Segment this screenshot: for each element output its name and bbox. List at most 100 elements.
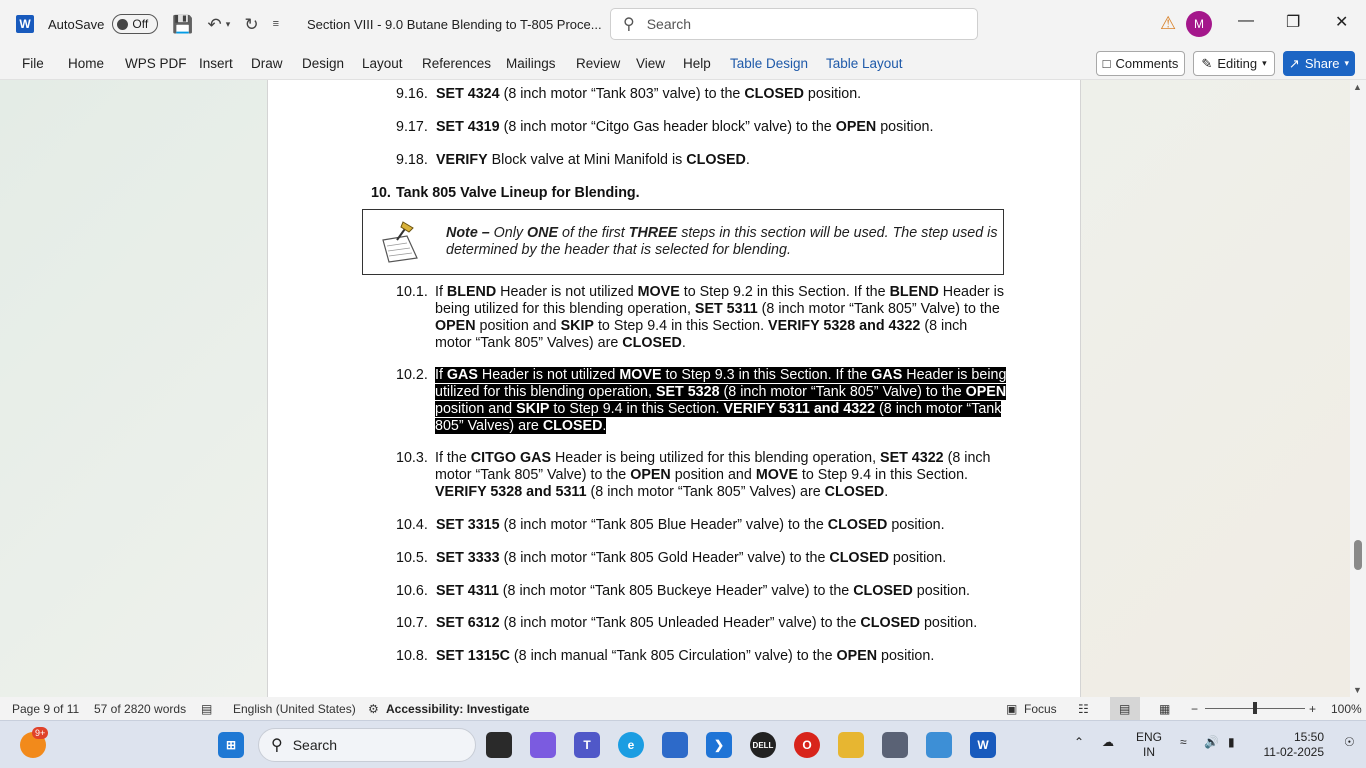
autosave-toggle[interactable]: Off [112,14,159,34]
zoom-level[interactable]: 100% [1331,702,1362,716]
tab-file[interactable]: File [22,56,44,71]
status-bar: Page 9 of 11 57 of 2820 words ▤ English … [0,697,1366,720]
tab-wps-pdf[interactable]: WPS PDF [125,56,187,71]
search-input[interactable]: ⚲ Search [610,8,978,40]
copilot-icon[interactable] [530,732,556,758]
sync-icon[interactable]: ☁ [1102,735,1114,750]
tab-table-design[interactable]: Table Design [730,56,808,71]
tab-view[interactable]: View [636,56,665,71]
tab-design[interactable]: Design [302,56,344,71]
step-number: 10.6. [396,583,428,599]
note-box: Note – Only ONE of the first THREE steps… [362,209,1004,275]
tab-review[interactable]: Review [576,56,620,71]
word-taskbar-icon[interactable]: W [970,732,996,758]
maximize-icon[interactable]: ❐ [1286,12,1300,32]
word-count[interactable]: 57 of 2820 words [94,702,186,716]
undo-icon[interactable]: ↶ [208,16,222,33]
tab-mailings[interactable]: Mailings [506,56,556,71]
accessibility-icon[interactable]: ⚙ [368,702,379,716]
search-placeholder: Search [646,16,692,32]
editing-mode-button[interactable]: ✎ Editing ▾ [1193,51,1275,76]
dell-icon[interactable]: DELL [750,732,776,758]
show-hidden-icons[interactable]: ⌃ [1074,735,1084,750]
step-number: 9.18. [396,152,428,168]
battery-icon[interactable]: ▮ [1228,735,1235,750]
read-mode-icon[interactable]: ☷ [1078,702,1089,716]
warning-icon[interactable]: ⚠ [1160,13,1176,34]
editing-label: Editing [1217,56,1258,71]
step-number: 10.5. [396,550,428,566]
toggle-knob [117,18,129,30]
section-title: Tank 805 Valve Lineup for Blending. [396,185,640,201]
notification-badge: 9+ [32,727,49,739]
zoom-slider-thumb[interactable] [1253,702,1257,714]
web-layout-icon[interactable]: ▦ [1159,702,1170,716]
language-indicator[interactable]: ENG IN [1136,730,1162,760]
save-icon[interactable]: 💾 [172,16,193,33]
power-automate-icon[interactable]: ❯ [706,732,732,758]
search-icon: ⚲ [271,737,283,754]
pencil-icon: ✎ [1201,55,1213,71]
share-icon: ↗ [1288,55,1300,71]
customize-qat-icon[interactable]: ≡ [273,18,279,30]
autosave-label: AutoSave [48,16,105,32]
document-title[interactable]: Section VIII - 9.0 Butane Blending to T-… [307,17,602,32]
tab-references[interactable]: References [422,56,491,71]
clock-time: 15:50 [1293,730,1324,744]
taskbar: 9+ ⊞ ⚲ Search T e ❯ DELL O W ⌃ ☁ ENG IN … [0,720,1366,768]
autosave-state: Off [132,17,149,31]
undo-dropdown-icon[interactable]: ▾ [226,19,231,29]
tab-table-layout[interactable]: Table Layout [826,56,903,71]
redo-icon[interactable]: ↻ [244,16,258,33]
focus-label[interactable]: Focus [1024,702,1057,716]
tab-insert[interactable]: Insert [199,56,233,71]
accessibility-status[interactable]: Accessibility: Investigate [386,702,529,716]
tab-home[interactable]: Home [68,56,104,71]
opera-icon[interactable]: O [794,732,820,758]
step-number: 10.7. [396,615,428,631]
clock[interactable]: 15:50 11-02-2025 [1258,730,1325,760]
store-icon[interactable] [662,732,688,758]
close-icon[interactable]: ✕ [1335,12,1348,32]
page-count[interactable]: Page 9 of 11 [12,702,79,716]
notifications-icon[interactable]: ☉ [1344,735,1355,750]
zoom-in-icon[interactable]: + [1309,702,1316,716]
proofing-icon[interactable]: ▤ [201,702,212,716]
app-icon[interactable] [926,732,952,758]
scroll-up-icon[interactable]: ▲ [1353,82,1362,92]
vertical-scrollbar[interactable]: ▲ ▼ [1350,80,1366,697]
step-number: 9.16. [396,86,428,102]
focus-icon[interactable]: ▣ [1006,702,1017,716]
chevron-down-icon: ▾ [1344,58,1350,68]
start-icon[interactable]: ⊞ [218,732,244,758]
document-canvas: 9.16. SET 4324 (8 inch motor “Tank 803” … [0,80,1350,697]
task-view-icon[interactable] [486,732,512,758]
share-button[interactable]: ↗ Share ▾ [1283,51,1355,76]
edge-icon[interactable]: e [618,732,644,758]
minimize-icon[interactable]: — [1238,12,1254,30]
step-number: 10.1. [396,284,428,300]
scroll-thumb[interactable] [1354,540,1362,570]
document-page[interactable]: 9.16. SET 4324 (8 inch motor “Tank 803” … [267,80,1081,697]
tab-draw[interactable]: Draw [251,56,283,71]
tab-layout[interactable]: Layout [362,56,403,71]
selected-text[interactable]: If GAS Header is not utilized MOVE to St… [435,367,1007,434]
teams-icon[interactable]: T [574,732,600,758]
scroll-down-icon[interactable]: ▼ [1353,685,1362,695]
zoom-out-icon[interactable]: − [1191,702,1198,716]
avatar[interactable]: M [1186,11,1212,37]
file-explorer-icon[interactable] [838,732,864,758]
wifi-icon[interactable]: ≈ [1180,735,1187,750]
section-number: 10. [371,185,391,201]
contacts-app-icon[interactable] [882,732,908,758]
tab-help[interactable]: Help [683,56,711,71]
taskbar-search-input[interactable]: ⚲ Search [258,728,476,762]
clock-date: 11-02-2025 [1263,745,1325,759]
taskbar-search-placeholder: Search [292,737,338,753]
lang-top: ENG [1136,730,1163,744]
print-layout-icon[interactable]: ▤ [1119,702,1130,716]
volume-icon[interactable]: 🔊 [1204,735,1219,750]
chevron-down-icon: ▾ [1262,58,1267,68]
comments-button[interactable]: □ Comments [1096,51,1185,76]
language[interactable]: English (United States) [233,702,356,716]
